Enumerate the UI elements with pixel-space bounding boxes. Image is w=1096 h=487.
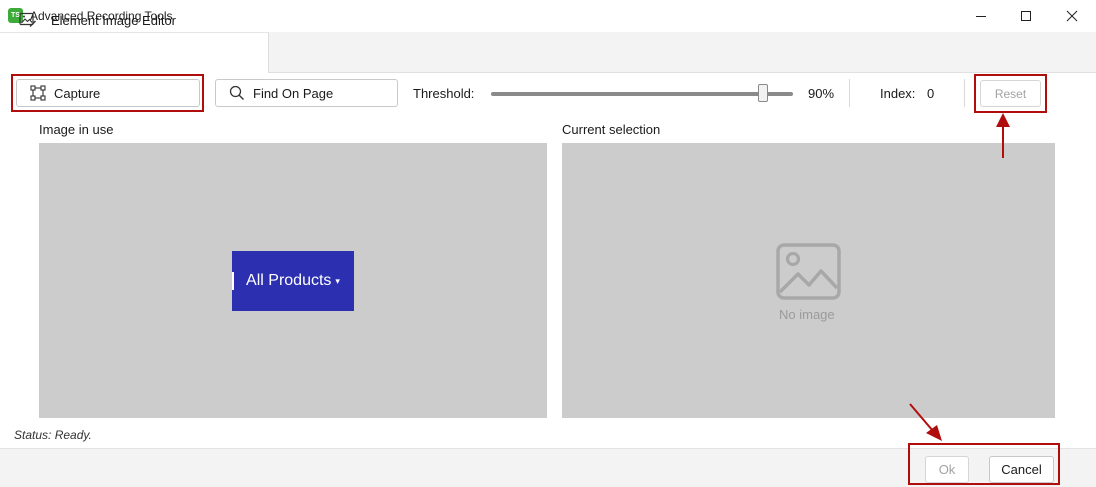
toolbar-divider xyxy=(964,79,965,107)
captured-element-image: All Products ▾ xyxy=(232,251,354,311)
threshold-value: 90% xyxy=(808,86,835,101)
minimize-icon xyxy=(976,16,986,17)
threshold-label: Threshold: xyxy=(413,86,475,101)
no-image-text: No image xyxy=(779,307,835,322)
image-edit-icon xyxy=(19,12,37,31)
close-window-button[interactable] xyxy=(1049,0,1095,32)
tab-element-image-editor[interactable] xyxy=(0,32,269,73)
find-on-page-button[interactable]: Find On Page xyxy=(215,79,398,107)
image-in-use-label: Image in use xyxy=(39,122,114,137)
search-icon xyxy=(229,85,245,101)
tab-label: Element Image Editor xyxy=(51,13,177,28)
captured-element-text: All Products xyxy=(246,272,332,289)
status-text: Status: Ready. xyxy=(14,428,92,442)
minimize-button[interactable] xyxy=(958,0,1004,32)
reset-highlight-box xyxy=(974,74,1047,113)
maximize-button[interactable] xyxy=(1003,0,1049,32)
maximize-icon xyxy=(1021,11,1031,21)
current-selection-label: Current selection xyxy=(562,122,661,137)
threshold-slider-thumb[interactable] xyxy=(757,84,768,102)
threshold-slider-track[interactable] xyxy=(491,92,793,96)
caret-down-icon: ▾ xyxy=(335,275,340,286)
image-placeholder-icon xyxy=(776,243,841,303)
index-value: 0 xyxy=(927,86,935,101)
capture-highlight-box xyxy=(11,74,204,112)
footer-buttons-highlight-box xyxy=(908,443,1060,485)
find-on-page-label: Find On Page xyxy=(253,85,334,101)
toolbar-divider xyxy=(849,79,850,107)
close-icon xyxy=(1066,10,1078,22)
index-label: Index: xyxy=(880,86,916,101)
